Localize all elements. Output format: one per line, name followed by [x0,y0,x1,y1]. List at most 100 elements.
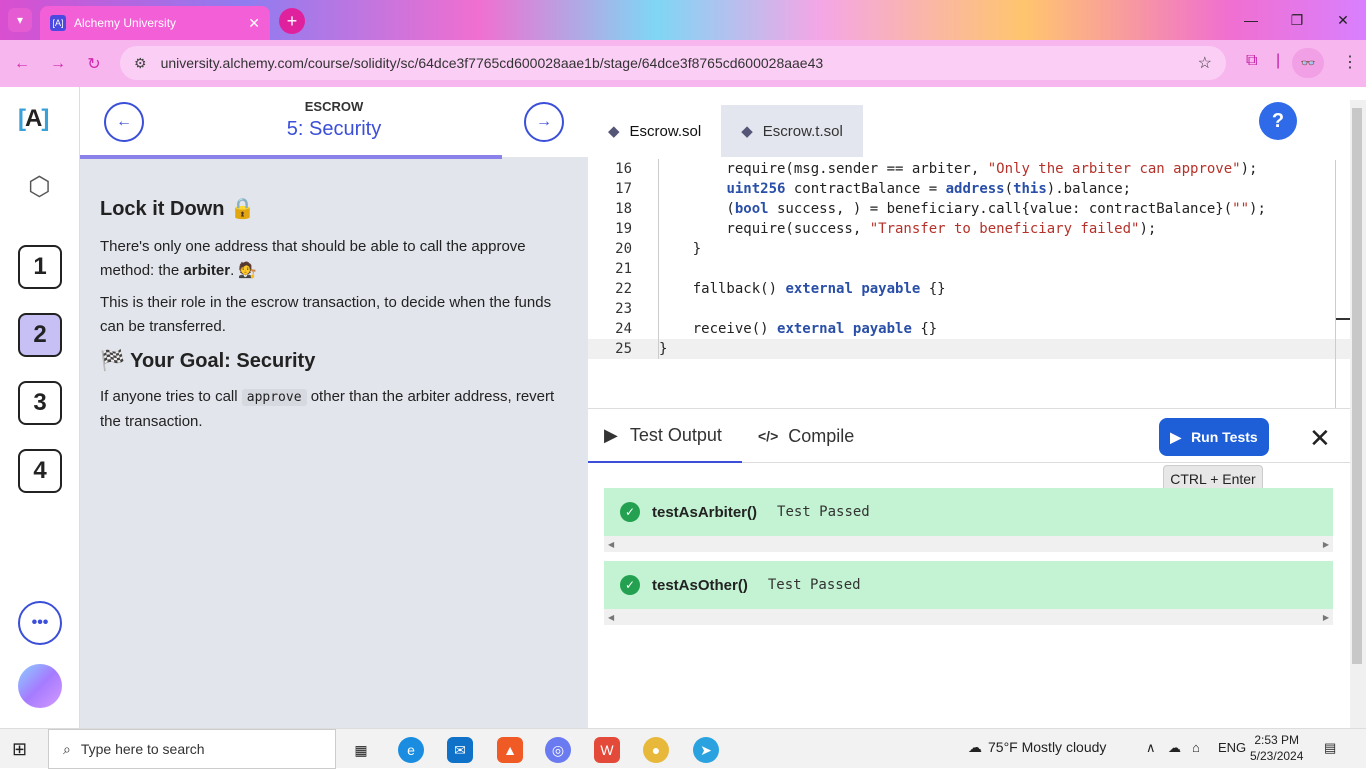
lesson-paragraph-2: This is their role in the escrow transac… [100,294,552,335]
result-hscroll[interactable]: ◀ ▶ [604,609,1333,625]
tab-escrow-test-sol[interactable]: ◆ Escrow.t.sol [721,105,863,157]
system-clock[interactable]: 2:53 PM 5/23/2024 [1250,732,1303,764]
close-panel-icon[interactable]: ✕ [1309,423,1331,454]
arrow-right-icon: → [536,113,552,130]
line-number: 23 [615,301,632,317]
restore-button[interactable]: ❐ [1274,0,1320,40]
site-info-icon[interactable]: ⚙ [134,55,147,72]
search-placeholder: Type here to search [80,741,205,757]
address-bar-row: ← → ↻ ⚙ university.alchemy.com/course/so… [0,40,1366,87]
code-line[interactable]: 24 receive() external payable {} [588,319,1350,339]
test-status: Test Passed [777,504,870,520]
code-line[interactable]: 18 (bool success, ) = beneficiary.call{v… [588,199,1350,219]
test-result-row: ✓ testAsOther() Test Passed [604,561,1333,609]
line-code: uint256 contractBalance = address(this).… [658,179,1131,199]
code-line[interactable]: 16 require(msg.sender == arbiter, "Only … [588,159,1350,179]
play-icon: ▶ [604,424,618,445]
telegram-icon[interactable]: ➤ [693,737,719,763]
onedrive-icon[interactable]: ☁ [1168,740,1181,756]
code-line[interactable]: 21 [588,259,1350,279]
line-code: require(success, "Transfer to beneficiar… [658,219,1157,239]
mail-icon[interactable]: ✉ [447,737,473,763]
editor-scroll-track [1335,160,1336,410]
code-line[interactable]: 22 fallback() external payable {} [588,279,1350,299]
edge-icon[interactable]: e [398,737,424,763]
scroll-thumb[interactable] [1352,108,1362,664]
lesson-heading: Lock it Down 🔒 [100,198,255,220]
new-tab-button[interactable]: + [279,8,305,34]
stage-button-3[interactable]: 3 [18,381,62,425]
line-number: 19 [615,221,632,237]
line-code: require(msg.sender == arbiter, "Only the… [658,159,1258,179]
line-code: } [658,239,702,259]
code-line[interactable]: 23 [588,299,1350,319]
url-text: university.alchemy.com/course/solidity/s… [160,55,824,71]
menu-kebab-icon[interactable]: ⋮ [1342,52,1358,72]
wps-icon[interactable]: W [594,737,620,763]
line-code [658,259,659,279]
reload-icon[interactable]: ↻ [76,54,112,74]
code-line[interactable]: 19 require(success, "Transfer to benefic… [588,219,1350,239]
divider-icon: | [1276,52,1281,69]
lesson-progress-bar [80,155,502,159]
prev-lesson-button[interactable]: ← [104,102,144,142]
notification-icon[interactable]: ▤ [1324,740,1336,756]
hexagons-icon[interactable]: ⬡ [28,171,51,202]
stage-button-2[interactable]: 2 [18,313,62,357]
extensions-icon[interactable]: ⧉ [1246,52,1257,70]
line-code: } [658,339,668,359]
line-code: (bool success, ) = beneficiary.call{valu… [658,199,1266,219]
language-indicator[interactable]: ENG [1218,740,1246,755]
task-view-icon[interactable]: ▦ [348,737,374,763]
stage-button-1[interactable]: 1 [18,245,62,289]
weather-widget[interactable]: ☁ 75°F Mostly cloudy [968,739,1106,756]
line-number: 20 [615,241,632,257]
goal-heading: 🏁 Your Goal: Security [100,350,316,372]
help-button[interactable]: ? [1259,102,1297,140]
ai-assistant-orb[interactable] [18,664,62,708]
next-lesson-button[interactable]: → [524,102,564,142]
minimize-button[interactable]: — [1228,0,1274,40]
chrome-icon[interactable]: ● [643,737,669,763]
alchemy-logo[interactable]: [A] [18,105,49,133]
forward-icon[interactable]: → [40,55,76,73]
tab-compile[interactable]: </> Compile [758,409,854,463]
file-tabs: ◆ Escrow.sol ◆ Escrow.t.sol [588,105,863,157]
stage-button-4[interactable]: 4 [18,449,62,493]
back-icon[interactable]: ← [4,55,40,73]
line-number: 18 [615,201,632,217]
bookmark-star-icon[interactable]: ☆ [1198,53,1212,73]
tab-escrow-sol[interactable]: ◆ Escrow.sol [588,105,722,157]
line-number: 16 [615,161,632,177]
brave-icon[interactable]: ▲ [497,737,523,763]
lesson-title: 5: Security [286,118,382,140]
tab-title: Alchemy University [74,16,177,30]
more-button[interactable]: ••• [18,601,62,645]
result-hscroll[interactable]: ◀ ▶ [604,536,1333,552]
browser-tab[interactable]: [A] Alchemy University ✕ [40,6,270,40]
line-number: 17 [615,181,632,197]
tab-search-button[interactable]: ▾ [8,8,32,32]
taskbar-search[interactable]: ⌕ Type here to search [48,729,336,769]
line-number: 25 [615,341,632,357]
run-tests-button[interactable]: ▶ Run Tests [1159,418,1269,456]
code-lines[interactable]: 16 require(msg.sender == arbiter, "Only … [588,159,1350,359]
tray-chevron-icon[interactable]: ∧ [1146,740,1156,756]
windows-start-icon[interactable]: ⊞ [12,739,27,760]
copilot-icon[interactable]: ◎ [545,737,571,763]
code-icon: </> [758,428,779,444]
test-result-row: ✓ testAsArbiter() Test Passed [604,488,1333,536]
play-icon: ▶ [1170,428,1182,445]
code-line[interactable]: 25} [588,339,1350,359]
close-tab-icon[interactable]: ✕ [248,15,260,32]
profile-avatar[interactable]: 👓 [1292,48,1324,78]
code-line[interactable]: 17 uint256 contractBalance = address(thi… [588,179,1350,199]
url-field[interactable]: ⚙ university.alchemy.com/course/solidity… [120,46,1226,80]
code-line[interactable]: 20 } [588,239,1350,259]
tab-test-output[interactable]: ▶ Test Output [588,409,742,463]
test-status: Test Passed [767,577,861,593]
page-scrollbar[interactable] [1350,100,1366,728]
network-icon[interactable]: ⌂ [1192,740,1200,755]
close-window-button[interactable]: ✕ [1320,0,1366,40]
test-name: testAsArbiter() [652,503,758,521]
